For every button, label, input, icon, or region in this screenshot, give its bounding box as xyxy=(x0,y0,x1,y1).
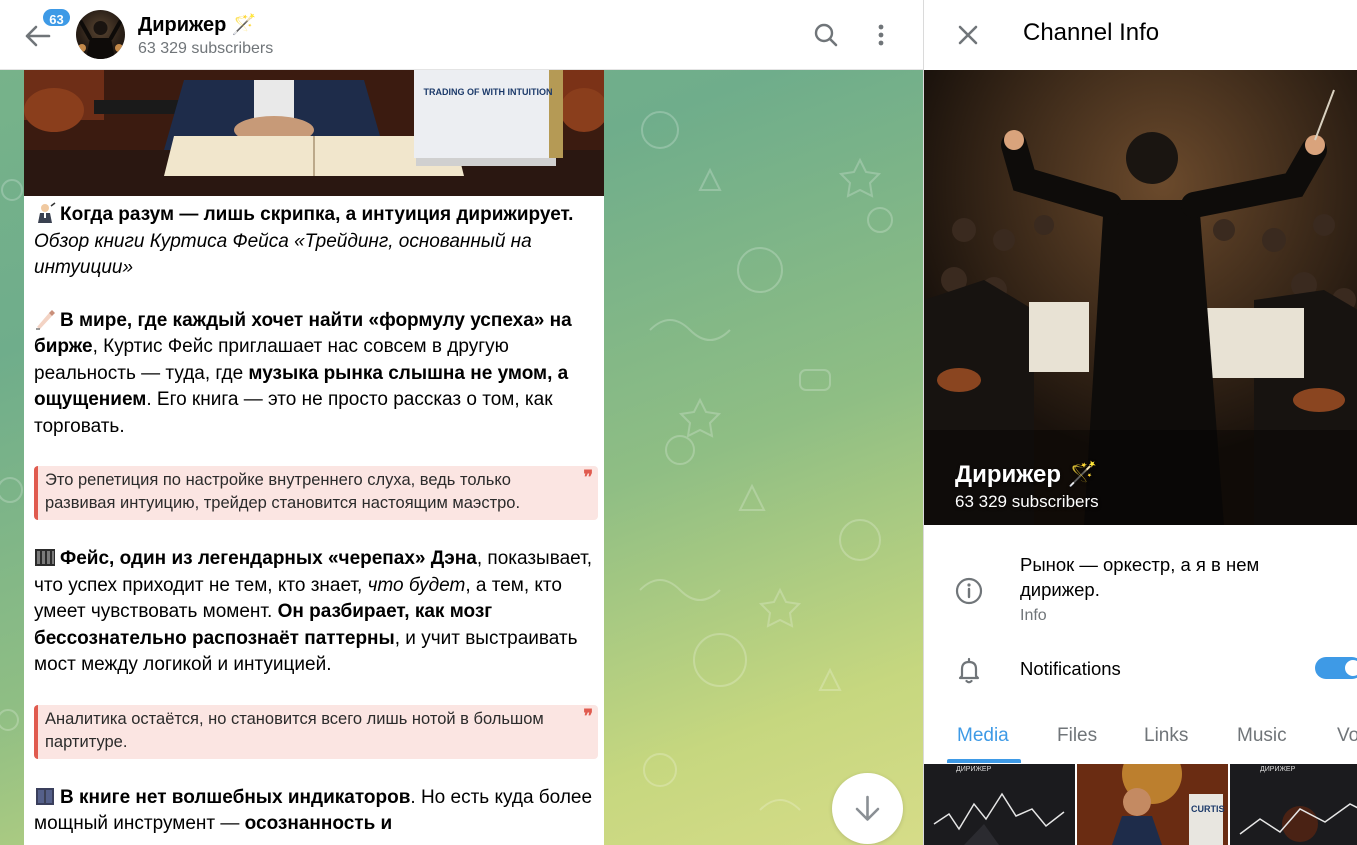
post-paragraph-2: В мире, где каждый хочет найти «формулу … xyxy=(34,308,572,437)
search-button[interactable] xyxy=(811,20,841,50)
media-thumbnail[interactable]: ДИРИЖЕР xyxy=(924,764,1075,845)
book-emoji-icon xyxy=(34,785,56,807)
blockquote-2: Аналитика остаётся, но становится всего … xyxy=(34,704,598,759)
tab-music[interactable]: Music xyxy=(1237,725,1287,747)
blockquote-1: Это репетиция по настройке внутреннего с… xyxy=(34,466,598,520)
chat-panel: INUITION TRADING OF WITH INTUITION Когда… xyxy=(0,0,923,845)
post-paragraph-1: Когда разум — лишь скрипка, а интуиция д… xyxy=(34,202,596,282)
channel-description: Рынок — оркестр, а я в нем дирижер. xyxy=(1020,554,1260,600)
tab-media[interactable]: Media xyxy=(957,725,1009,747)
channel-subscribers: 63 329 subscribers xyxy=(955,492,1099,511)
more-menu-button[interactable] xyxy=(866,20,896,50)
tab-files[interactable]: Files xyxy=(1057,725,1097,747)
arrow-down-icon xyxy=(855,795,880,821)
active-tab-indicator xyxy=(947,759,1021,763)
media-grid: ДИРИЖЕР CURTIS ДИРИЖЕР xyxy=(924,764,1357,845)
channel-profile-photo[interactable]: Дирижер 🪄 63 329 subscribers xyxy=(924,70,1357,525)
more-vertical-icon xyxy=(878,24,884,46)
chat-subscribers: 63 329 subscribers xyxy=(138,40,274,57)
scroll-to-bottom-button[interactable] xyxy=(832,773,903,844)
piano-emoji-icon xyxy=(34,546,56,568)
search-icon xyxy=(814,23,838,47)
toggle-knob xyxy=(1343,658,1357,678)
quote-icon: ❞ xyxy=(583,467,593,487)
conductor-photo xyxy=(924,70,1357,525)
post-photo-book-subtitle: TRADING OF WITH INTUITION xyxy=(423,87,553,97)
unread-count-badge: 63 xyxy=(41,7,72,28)
conductor-avatar-image xyxy=(78,20,123,59)
channel-post: INUITION TRADING OF WITH INTUITION Когда… xyxy=(24,40,604,845)
quote-icon: ❞ xyxy=(583,705,593,726)
chat-header: 63 Дирижер 🪄 63 329 subscribers xyxy=(0,0,923,70)
media-thumbnail[interactable]: CURTIS xyxy=(1077,764,1228,845)
tab-links[interactable]: Links xyxy=(1144,725,1188,747)
post-text: Когда разум — лишь скрипка, а интуиция д… xyxy=(34,202,598,838)
channel-info-title: Channel Info xyxy=(1023,19,1160,46)
notifications-label: Notifications xyxy=(1020,658,1121,679)
channel-avatar[interactable] xyxy=(76,10,125,59)
tab-voice[interactable]: Vo xyxy=(1337,725,1357,747)
post-subheading: Обзор книги Куртиса Фейса «Трейдинг, осн… xyxy=(34,230,532,279)
channel-info-panel: Channel Info Дирижер 🪄 63 329 subscriber… xyxy=(923,0,1357,845)
post-heading: Когда разум — лишь скрипка, а интуиция д… xyxy=(60,204,574,225)
shared-media-tabs: Media Files Links Music Vo xyxy=(924,710,1357,764)
chat-title[interactable]: Дирижер 🪄 xyxy=(138,12,257,37)
channel-name: Дирижер 🪄 xyxy=(955,461,1098,488)
close-icon xyxy=(958,25,978,45)
info-icon xyxy=(954,576,984,606)
notifications-toggle[interactable] xyxy=(1315,657,1357,679)
conductor-emoji-icon xyxy=(34,202,56,224)
channel-description-label: Info xyxy=(1020,607,1047,624)
post-paragraph-4: В книге нет волшебных индикаторов. Но ес… xyxy=(34,785,593,835)
post-paragraph-3: Фейс, один из легендарных «черепах» Дэна… xyxy=(34,546,592,675)
channel-info-header: Channel Info xyxy=(924,0,1357,70)
writing-hand-emoji-icon xyxy=(34,308,56,330)
media-thumbnail[interactable]: ДИРИЖЕР xyxy=(1230,764,1357,845)
bell-icon xyxy=(954,655,984,685)
close-info-button[interactable] xyxy=(954,21,982,49)
